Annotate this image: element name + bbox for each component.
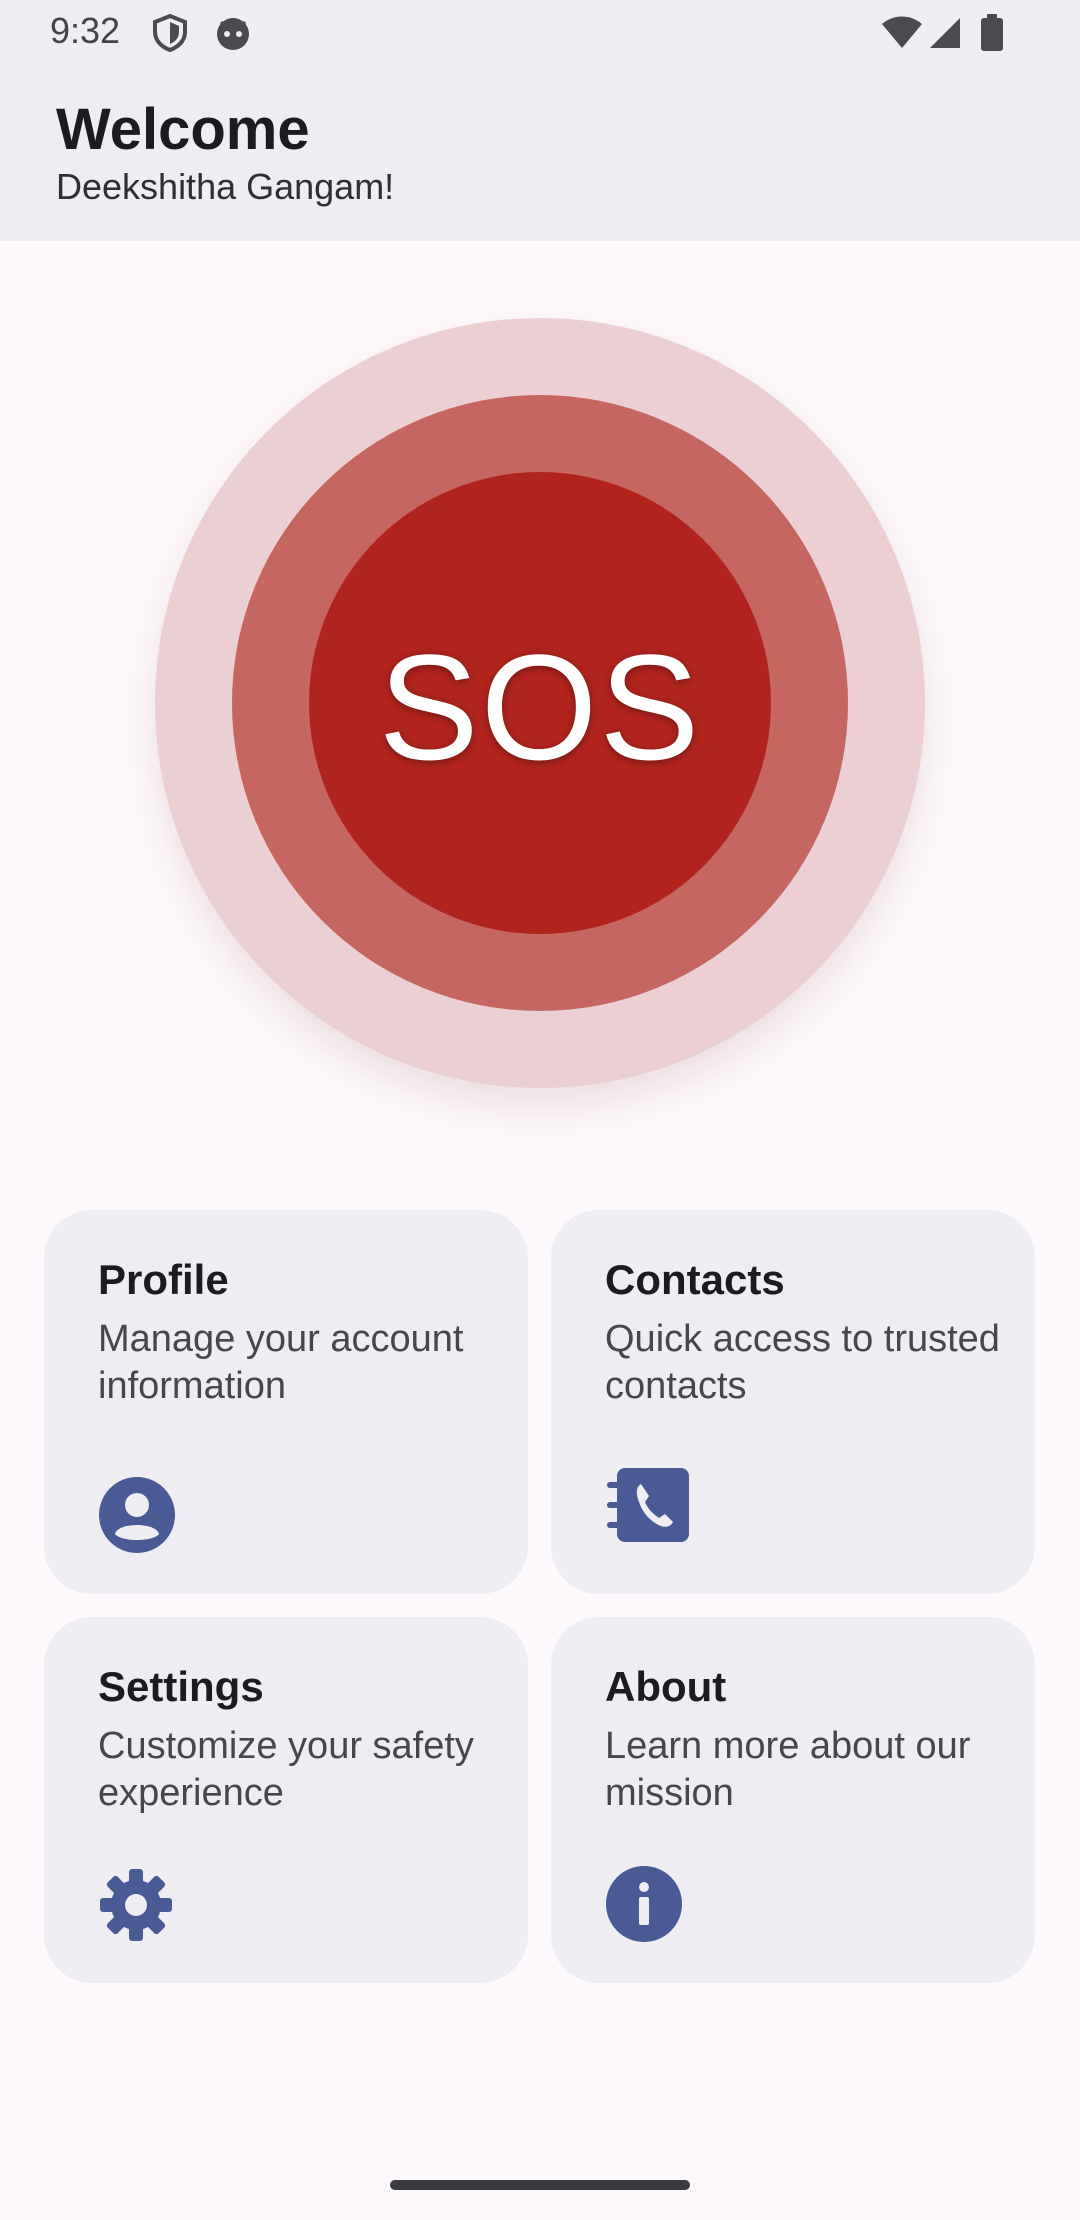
card-description: Manage your account information (98, 1318, 464, 1407)
settings-card[interactable]: Settings Customize your safety experienc… (44, 1617, 528, 1983)
sos-button[interactable]: SOS (309, 472, 771, 934)
status-bar: 9:32 (0, 0, 1080, 66)
gesture-nav-handle[interactable] (390, 2180, 690, 2190)
about-card[interactable]: About Learn more about our mission (551, 1617, 1035, 1983)
header: Welcome Deekshitha Gangam! (0, 66, 1080, 241)
user-name: Deekshitha Gangam! (56, 166, 395, 207)
shield-icon (152, 13, 188, 56)
page-title: Welcome (56, 97, 310, 162)
card-title: Profile (98, 1256, 229, 1303)
contact-book-icon (605, 1468, 689, 1546)
sos-button-area: SOS (155, 318, 925, 1088)
battery-icon (980, 14, 1004, 56)
card-title: Settings (98, 1663, 264, 1710)
card-description: Customize your safety experience (98, 1725, 474, 1814)
card-title: Contacts (605, 1256, 785, 1303)
card-description: Quick access to trusted contacts (605, 1318, 1000, 1407)
card-title: About (605, 1663, 727, 1710)
profile-card[interactable]: Profile Manage your account information (44, 1210, 528, 1594)
sos-label: SOS (378, 622, 702, 791)
android-head-icon (214, 14, 252, 56)
status-time: 9:32 (50, 10, 121, 51)
contacts-card[interactable]: Contacts Quick access to trusted contact… (551, 1210, 1035, 1594)
wifi-icon (880, 16, 924, 54)
gear-icon (98, 1867, 174, 1947)
account-circle-icon (98, 1476, 176, 1558)
signal-icon (928, 16, 962, 54)
card-description: Learn more about our mission (605, 1725, 971, 1814)
info-icon (605, 1865, 683, 1947)
